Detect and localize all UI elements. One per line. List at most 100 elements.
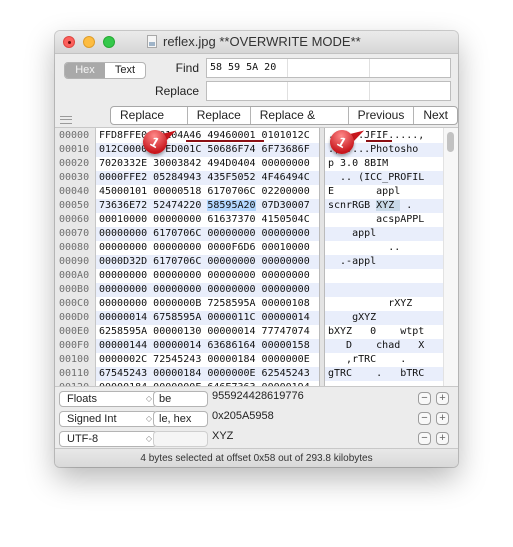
offset-cell: 000D0: [59, 312, 90, 323]
close-window-button[interactable]: [63, 36, 75, 48]
replace-and-find-button[interactable]: Replace & Find: [251, 107, 349, 124]
hex-row[interactable]: 73636E72 52474220 58595A20 07D30007: [96, 199, 319, 213]
hex-row[interactable]: 012C0000 FFED001C 50686F74 6F73686F: [96, 143, 319, 157]
hex-mode-tab[interactable]: Hex: [65, 63, 105, 78]
hex-row[interactable]: 00000144 00000014 63686164 00000158: [96, 339, 319, 353]
hex-row[interactable]: 00000000 00000000 00000000 00000000: [96, 283, 319, 297]
text-mode-tab[interactable]: Text: [105, 63, 145, 78]
drag-handle-icon[interactable]: [60, 116, 72, 124]
find-field-value: 58 59 5A 20: [207, 59, 289, 77]
text-row[interactable]: .-appl: [325, 255, 443, 269]
endianness-option[interactable]: le, hex: [153, 411, 208, 427]
hex-row[interactable]: 00000014 6758595A 0000011C 00000014: [96, 311, 319, 325]
text-row[interactable]: [325, 283, 443, 297]
text-column[interactable]: ......JFIF....., .,.....Photosho p 3.0 8BI…: [325, 128, 443, 387]
replace-all-button[interactable]: Replace All: [111, 107, 188, 124]
offset-cell: 000B0: [59, 284, 90, 295]
hex-column[interactable]: FFD8FFE0 00104A46 49460001 0101012C 012C0…: [96, 128, 319, 387]
offset-cell: 00060: [59, 214, 90, 225]
annotation-underline-text: [366, 140, 392, 142]
replace-field[interactable]: [206, 81, 451, 101]
inspector-row: Floats ◇ be 955924428619776 − +: [55, 389, 458, 409]
offset-cell: 00090: [59, 256, 90, 267]
replace-field-value: [207, 82, 289, 100]
text-row[interactable]: appl: [325, 227, 443, 241]
selected-text[interactable]: XYZ: [376, 200, 401, 211]
text-row[interactable]: gTRC . bTRC: [325, 367, 443, 381]
inspector-row: Signed Int ◇ le, hex 0x205A5958 − +: [55, 409, 458, 429]
offset-cell: 000F0: [59, 340, 90, 351]
hex-view[interactable]: 00000 00010 00020 00030 00040 00050 00060 00070…: [55, 127, 458, 387]
hex-row[interactable]: 7020332E 30003842 494D0404 00000000: [96, 157, 319, 171]
minimize-window-button[interactable]: [83, 36, 95, 48]
type-popup[interactable]: UTF-8 ◇: [59, 431, 157, 447]
text-row[interactable]: [325, 269, 443, 283]
offset-cell: 00000: [59, 130, 90, 141]
find-label: Find: [175, 61, 199, 75]
hex-row[interactable]: 00000000 00000000 00000000 00000000: [96, 269, 319, 283]
offset-cell: 00050: [59, 200, 90, 211]
hex-row[interactable]: 00010000 00000000 61637370 4150504C: [96, 213, 319, 227]
offset-cell: 00040: [59, 186, 90, 197]
window-title: reflex.jpg **OVERWRITE MODE**: [163, 34, 361, 49]
offset-cell: 000C0: [59, 298, 90, 309]
previous-button[interactable]: Previous: [349, 107, 415, 124]
hex-row[interactable]: 67545243 00000184 0000000E 62545243: [96, 367, 319, 381]
data-inspector: Floats ◇ be 955924428619776 − + Signed In…: [55, 386, 458, 449]
text-row[interactable]: acspAPPL: [325, 213, 443, 227]
annotation-underline-hex: [186, 140, 264, 142]
remove-row-button[interactable]: −: [418, 432, 431, 445]
offset-cell: 000A0: [59, 270, 90, 281]
add-row-button[interactable]: +: [436, 432, 449, 445]
selected-bytes[interactable]: 58595A20: [207, 200, 256, 211]
hex-row[interactable]: 6258595A 00000130 00000014 77747074: [96, 325, 319, 339]
offset-cell: 00020: [59, 158, 90, 169]
find-field[interactable]: 58 59 5A 20: [206, 58, 451, 78]
hex-row[interactable]: 0000002C 72545243 00000184 0000000E: [96, 353, 319, 367]
search-mode-segmented-control: Hex Text: [64, 62, 146, 79]
offset-cell: 00070: [59, 228, 90, 239]
offset-cell: 00110: [59, 368, 90, 379]
status-bar: 4 bytes selected at offset 0x58 out of 2…: [55, 448, 458, 467]
endianness-option[interactable]: be: [153, 391, 208, 407]
text-row[interactable]: bXYZ 0 wtpt: [325, 325, 443, 339]
inspector-row: UTF-8 ◇ XYZ − +: [55, 429, 458, 449]
text-row[interactable]: E appl: [325, 185, 443, 199]
add-row-button[interactable]: +: [436, 412, 449, 425]
scrollbar-thumb[interactable]: [447, 132, 454, 152]
popup-chevron-icon: ◇: [145, 414, 152, 423]
text-row[interactable]: ..: [325, 241, 443, 255]
hex-row[interactable]: 0000FFE2 05284943 435F5052 4F46494C: [96, 171, 319, 185]
replace-button[interactable]: Replace: [188, 107, 251, 124]
offset-cell: 00010: [59, 144, 90, 155]
hex-row[interactable]: 45000101 00000518 6170706C 02200000: [96, 185, 319, 199]
text-row[interactable]: .. (ICC_PROFIL: [325, 171, 443, 185]
text-row[interactable]: gXYZ: [325, 311, 443, 325]
hex-row[interactable]: 0000D32D 6170706C 00000000 00000000: [96, 255, 319, 269]
popup-chevron-icon: ◇: [145, 394, 152, 403]
inspector-value: 955924428619776: [212, 390, 304, 402]
hex-editor-window: reflex.jpg **OVERWRITE MODE** Hex Text F…: [55, 31, 458, 467]
replace-label: Replace: [154, 84, 199, 98]
inspector-value: 0x205A5958: [212, 410, 274, 422]
remove-row-button[interactable]: −: [418, 412, 431, 425]
text-row[interactable]: scnrRGB XYZ .: [325, 199, 443, 213]
vertical-scrollbar[interactable]: [443, 128, 458, 387]
type-popup[interactable]: Signed Int ◇: [59, 411, 157, 427]
text-row[interactable]: p 3.0 8BIM: [325, 157, 443, 171]
hex-row[interactable]: 00000000 0000000B 7258595A 00000108: [96, 297, 319, 311]
endianness-option[interactable]: [153, 431, 208, 447]
offset-cell: 00100: [59, 354, 90, 365]
hex-row[interactable]: 00000000 6170706C 00000000 00000000: [96, 227, 319, 241]
text-row[interactable]: rXYZ: [325, 297, 443, 311]
text-row[interactable]: ,rTRC .: [325, 353, 443, 367]
remove-row-button[interactable]: −: [418, 392, 431, 405]
hex-row[interactable]: 00000000 00000000 0000F6D6 00010000: [96, 241, 319, 255]
text-row[interactable]: D chad X: [325, 339, 443, 353]
type-popup[interactable]: Floats ◇: [59, 391, 157, 407]
next-button[interactable]: Next: [414, 107, 457, 124]
zoom-window-button[interactable]: [103, 36, 115, 48]
offset-column: 00000 00010 00020 00030 00040 00050 00060 00070…: [55, 128, 96, 387]
add-row-button[interactable]: +: [436, 392, 449, 405]
offset-cell: 000E0: [59, 326, 90, 337]
